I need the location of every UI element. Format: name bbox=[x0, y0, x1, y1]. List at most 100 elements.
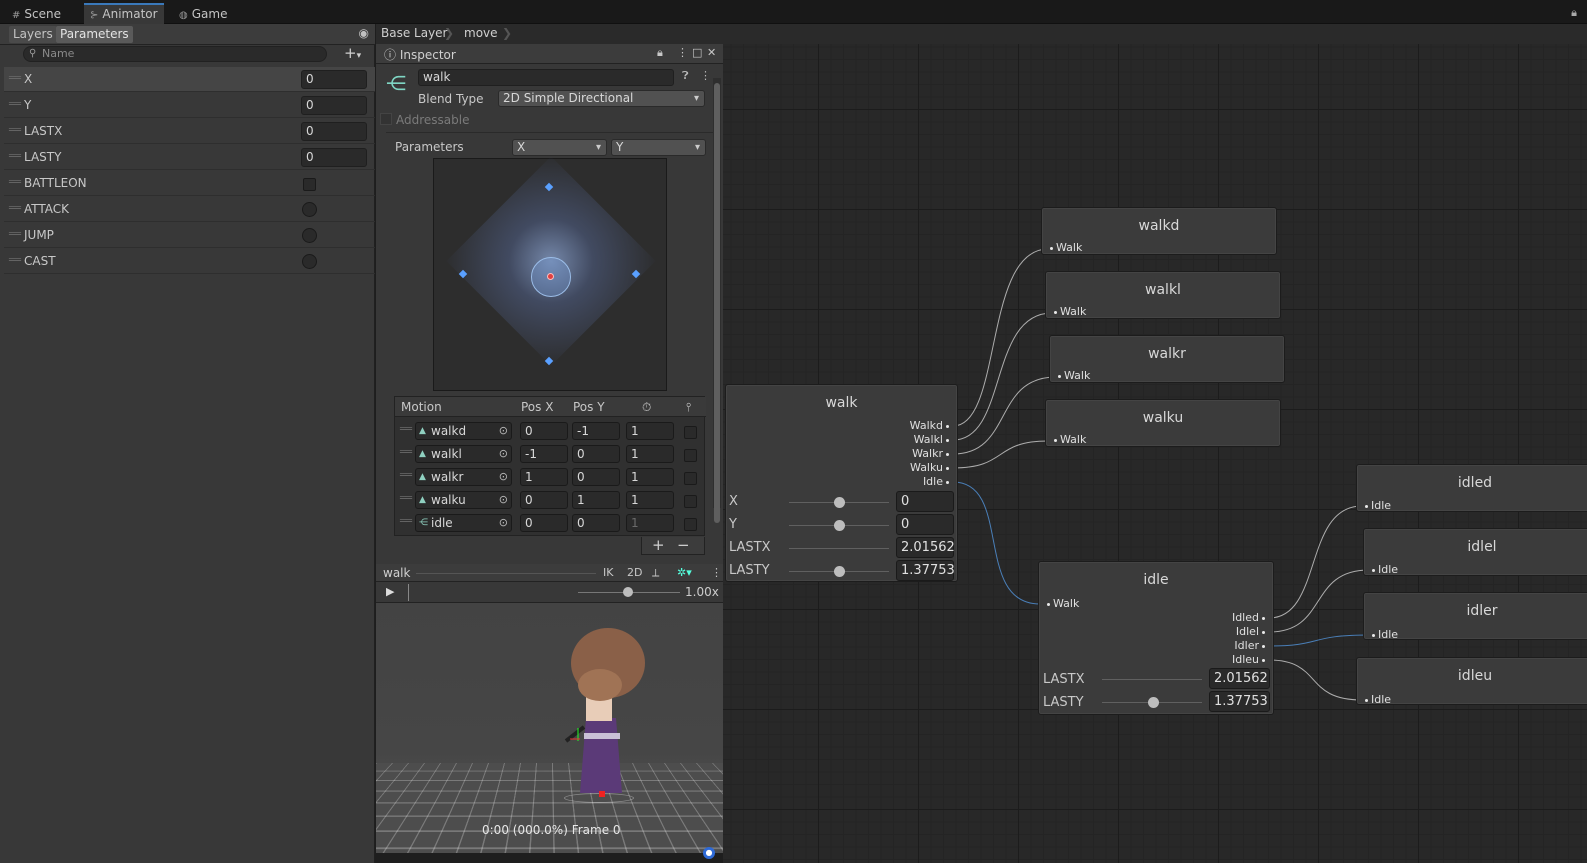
more-icon[interactable]: ⋮ bbox=[711, 566, 722, 579]
input-port-walk[interactable]: Walk bbox=[1051, 305, 1086, 318]
lock-icon[interactable]: 🔒︎ bbox=[657, 46, 663, 60]
output-port-idlel[interactable]: Idlel bbox=[1236, 625, 1268, 638]
ik-toggle[interactable]: IK bbox=[603, 566, 613, 579]
character-preview[interactable]: 0:00 (000.0%) Frame 0 bbox=[376, 603, 723, 853]
node-param-lastx-value[interactable]: 2.01562 bbox=[1209, 668, 1270, 689]
node-param-lastx-slider[interactable] bbox=[789, 548, 889, 549]
motion-field[interactable]: ▲ walkr ⊙ bbox=[415, 468, 512, 486]
node-param-lasty-value[interactable]: 1.37753 bbox=[1209, 691, 1270, 712]
node-param-lastx-value[interactable]: 2.01562 bbox=[896, 537, 955, 558]
object-name-field[interactable]: walk bbox=[418, 69, 674, 86]
parameter-value-field[interactable]: 0 bbox=[301, 148, 367, 167]
2d-toggle[interactable]: 2D bbox=[627, 566, 642, 579]
state-node-walkl[interactable]: walkl Walk bbox=[1045, 271, 1281, 319]
parameter-row-attack[interactable]: ══ ATTACK bbox=[4, 197, 375, 222]
input-port-walk[interactable]: Walk bbox=[1044, 597, 1079, 610]
node-param-x-value[interactable]: 0 bbox=[896, 491, 954, 512]
target-icon[interactable]: ⊙ bbox=[499, 469, 508, 485]
trigger-radio[interactable] bbox=[302, 254, 317, 269]
parameter-value-field[interactable]: 0 bbox=[301, 96, 367, 115]
trigger-radio[interactable] bbox=[302, 228, 317, 243]
mirror-checkbox[interactable] bbox=[684, 472, 697, 485]
animator-graph[interactable]: walk Walkd Walkl Walkr Walku Idle X 0 Y … bbox=[723, 44, 1587, 863]
close-icon[interactable]: ✕ bbox=[707, 46, 716, 59]
pivot-icon[interactable]: ⟂ bbox=[652, 566, 659, 580]
input-port-walk[interactable]: Walk bbox=[1051, 433, 1086, 446]
pos-y-field[interactable]: -1 bbox=[572, 422, 620, 440]
timeline-cursor[interactable] bbox=[408, 584, 409, 601]
parameter-value-field[interactable]: 0 bbox=[301, 70, 367, 89]
drag-handle-icon[interactable]: ══ bbox=[400, 516, 412, 527]
speed-field[interactable]: 1 bbox=[626, 468, 674, 486]
node-param-y-knob[interactable] bbox=[834, 520, 845, 531]
pos-x-field[interactable]: -1 bbox=[520, 445, 568, 463]
current-blend-position[interactable] bbox=[547, 273, 554, 280]
target-icon[interactable]: ⊙ bbox=[499, 423, 508, 439]
parameter-x-dropdown[interactable]: X bbox=[512, 139, 607, 156]
drag-handle-icon[interactable]: ══ bbox=[9, 151, 21, 162]
target-icon[interactable]: ⊙ bbox=[499, 492, 508, 508]
help-icon[interactable]: ❓︎ bbox=[682, 69, 689, 83]
parameter-row-battleon[interactable]: ══ BATTLEON bbox=[4, 171, 375, 196]
breadcrumb-base-layer[interactable]: Base Layer bbox=[381, 26, 448, 40]
output-port-walkr[interactable]: Walkr bbox=[912, 447, 952, 460]
target-icon[interactable]: ⊙ bbox=[499, 446, 508, 462]
drag-handle-icon[interactable]: ══ bbox=[9, 73, 21, 84]
pos-x-field[interactable]: 0 bbox=[520, 514, 568, 532]
motion-field[interactable]: ⋲ idle ⊙ bbox=[415, 514, 512, 532]
output-port-idler[interactable]: Idler bbox=[1234, 639, 1268, 652]
output-port-walkd[interactable]: Walkd bbox=[910, 419, 952, 432]
drag-handle-icon[interactable]: ══ bbox=[9, 203, 21, 214]
output-port-idled[interactable]: Idled bbox=[1232, 611, 1268, 624]
speed-field[interactable]: 1 bbox=[626, 445, 674, 463]
drag-handle-icon[interactable]: ══ bbox=[9, 177, 21, 188]
parameters-tab[interactable]: Parameters bbox=[56, 26, 133, 43]
pos-x-field[interactable]: 0 bbox=[520, 422, 568, 440]
drag-handle-icon[interactable]: ══ bbox=[9, 99, 21, 110]
layers-tab[interactable]: Layers bbox=[9, 26, 57, 43]
parameter-row-cast[interactable]: ══ CAST bbox=[4, 249, 375, 274]
mirror-checkbox[interactable] bbox=[684, 495, 697, 508]
parameter-row-jump[interactable]: ══ JUMP bbox=[4, 223, 375, 248]
remove-motion-button[interactable]: − bbox=[677, 536, 690, 554]
output-port-walkl[interactable]: Walkl bbox=[914, 433, 952, 446]
output-port-idleu[interactable]: Idleu bbox=[1232, 653, 1268, 666]
input-port-idle[interactable]: Idle bbox=[1369, 628, 1398, 641]
output-port-walku[interactable]: Walku bbox=[910, 461, 952, 474]
state-node-idler[interactable]: idler Idle bbox=[1363, 592, 1587, 641]
parameter-search-input[interactable]: ⚲ Name bbox=[23, 46, 327, 62]
avatar-icon[interactable]: ✲▾ bbox=[677, 566, 692, 579]
pos-x-field[interactable]: 1 bbox=[520, 468, 568, 486]
add-motion-button[interactable]: + bbox=[652, 536, 665, 554]
mirror-checkbox[interactable] bbox=[684, 426, 697, 439]
node-param-lasty-knob[interactable] bbox=[1148, 697, 1159, 708]
drag-handle-icon[interactable]: ══ bbox=[400, 447, 412, 458]
maximize-icon[interactable]: □ bbox=[692, 46, 702, 59]
motion-field[interactable]: ▲ walkl ⊙ bbox=[415, 445, 512, 463]
scrollbar-thumb[interactable] bbox=[714, 83, 720, 523]
input-port-idle[interactable]: Idle bbox=[1369, 563, 1398, 576]
mirror-checkbox[interactable] bbox=[684, 449, 697, 462]
inspector-scrollbar[interactable] bbox=[713, 78, 721, 523]
parameter-row-lasty[interactable]: ══ LASTY 0 bbox=[4, 145, 375, 170]
bool-checkbox[interactable] bbox=[303, 178, 316, 191]
input-port-idle[interactable]: Idle bbox=[1362, 499, 1391, 512]
state-node-idled[interactable]: idled Idle bbox=[1356, 464, 1587, 512]
state-node-walkd[interactable]: walkd Walk bbox=[1041, 207, 1277, 255]
state-node-idleu[interactable]: idleu Idle bbox=[1356, 657, 1587, 706]
collab-badge-icon[interactable]: ● bbox=[703, 847, 715, 859]
state-node-walkr[interactable]: walkr Walk bbox=[1049, 335, 1285, 383]
blend-space-view[interactable] bbox=[433, 156, 667, 391]
node-param-x-knob[interactable] bbox=[834, 497, 845, 508]
pos-y-field[interactable]: 0 bbox=[572, 445, 620, 463]
play-button[interactable]: ▶ bbox=[386, 585, 394, 598]
parameter-row-x[interactable]: ══ X 0 bbox=[4, 67, 375, 92]
pos-y-field[interactable]: 0 bbox=[572, 468, 620, 486]
parameter-row-y[interactable]: ══ Y 0 bbox=[4, 93, 375, 118]
speed-field[interactable]: 1 bbox=[626, 422, 674, 440]
pos-y-field[interactable]: 0 bbox=[572, 514, 620, 532]
state-node-idlel[interactable]: idlel Idle bbox=[1363, 528, 1587, 576]
drag-handle-icon[interactable]: ══ bbox=[400, 424, 412, 435]
tab-scene[interactable]: # Scene bbox=[6, 5, 67, 24]
drag-handle-icon[interactable]: ══ bbox=[9, 255, 21, 266]
